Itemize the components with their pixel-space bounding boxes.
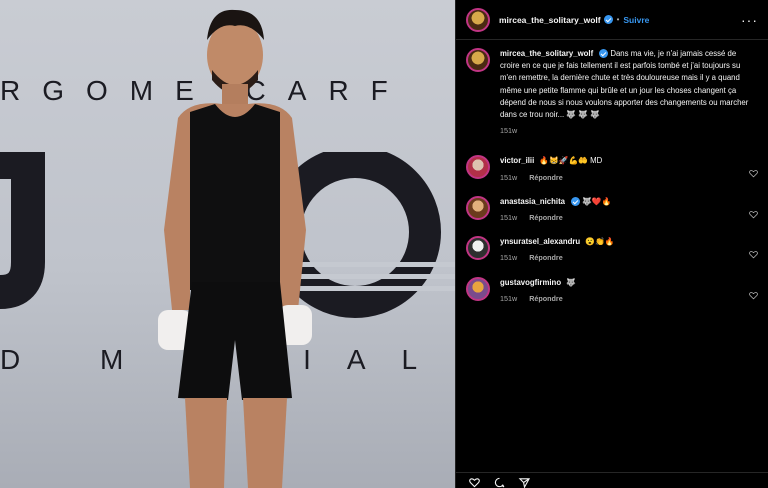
heart-icon[interactable] <box>749 291 758 300</box>
comment-time[interactable]: 151w <box>500 294 517 303</box>
comment-item: anastasia_nichita 🐺❤️🔥 151w Répondre <box>466 195 758 224</box>
post-header: mircea_the_solitary_wolf • Suivre ··· <box>456 0 768 40</box>
comment-username[interactable]: ynsuratsel_alexandru <box>500 237 580 246</box>
caption-avatar[interactable] <box>466 48 490 72</box>
heart-icon[interactable] <box>749 210 758 219</box>
caption-username[interactable]: mircea_the_solitary_wolf <box>500 49 593 58</box>
verified-badge-icon <box>599 49 609 59</box>
caption-time[interactable]: 151w <box>500 126 517 135</box>
fighter-figure <box>158 9 312 488</box>
share-icon[interactable] <box>518 477 531 488</box>
heart-icon[interactable] <box>749 169 758 178</box>
comments-list[interactable]: mircea_the_solitary_wolf Dans ma vie, je… <box>456 40 768 305</box>
reply-button[interactable]: Répondre <box>529 253 563 262</box>
post-photo[interactable]: RGOME CARF D M R IAL <box>0 0 456 488</box>
comment-time[interactable]: 151w <box>500 173 517 182</box>
reply-button[interactable]: Répondre <box>529 213 563 222</box>
verified-badge-icon <box>571 197 581 207</box>
post-side-panel: mircea_the_solitary_wolf • Suivre ··· mi… <box>456 0 768 488</box>
author-avatar[interactable] <box>466 7 490 32</box>
commenter-avatar[interactable] <box>466 236 490 261</box>
verified-badge-icon <box>603 15 613 24</box>
reply-button[interactable]: Répondre <box>529 294 563 303</box>
commenter-avatar[interactable] <box>466 195 490 220</box>
comment-item: gustavogfirmino 🐺 151w Répondre <box>466 276 758 305</box>
caption-text: Dans ma vie, je n'ai jamais cessé de cro… <box>500 49 749 120</box>
comment-text: 🐺 <box>566 277 576 287</box>
comment-icon[interactable] <box>493 477 506 488</box>
post-actions <box>456 472 768 488</box>
comment-username[interactable]: victor_ilii <box>500 156 534 165</box>
separator: • <box>616 15 620 24</box>
reply-button[interactable]: Répondre <box>529 173 563 182</box>
comment-time[interactable]: 151w <box>500 253 517 262</box>
comment-item: ynsuratsel_alexandru 😮👏🔥 151w Répondre <box>466 236 758 264</box>
author-username[interactable]: mircea_the_solitary_wolf <box>499 15 601 25</box>
heart-icon[interactable] <box>468 477 481 488</box>
comment-time[interactable]: 151w <box>500 213 517 222</box>
commenter-avatar[interactable] <box>466 276 490 301</box>
heart-icon[interactable] <box>749 250 758 259</box>
comment-username[interactable]: anastasia_nichita <box>500 197 565 206</box>
comment-text: 🔥😸🚀💪🤲 MD <box>539 156 603 166</box>
follow-button[interactable]: Suivre <box>623 15 649 25</box>
comment-text: 🐺❤️🔥 <box>582 196 612 206</box>
comment-item: victor_ilii 🔥😸🚀💪🤲 MD 151w Répondre <box>466 155 758 183</box>
comment-text: 😮👏🔥 <box>585 237 615 247</box>
more-options-icon[interactable]: ··· <box>741 12 758 28</box>
commenter-avatar[interactable] <box>466 155 490 180</box>
comment-username[interactable]: gustavogfirmino <box>500 278 561 287</box>
post-caption: mircea_the_solitary_wolf Dans ma vie, je… <box>466 48 758 137</box>
